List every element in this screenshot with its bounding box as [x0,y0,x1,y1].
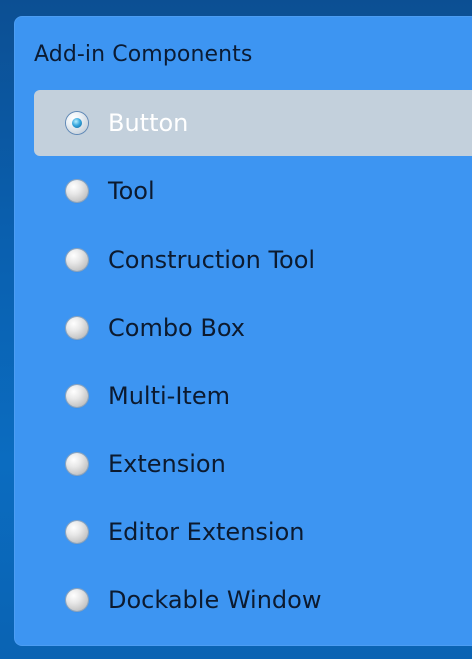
radio-option-button[interactable]: Button [34,90,472,156]
radio-option-label: Multi-Item [108,382,230,410]
radio-option-construction-tool[interactable]: Construction Tool [34,227,472,293]
group-title: Add-in Components [34,42,253,67]
radio-option-label: Button [108,109,189,137]
radio-option-label: Editor Extension [108,518,305,546]
radio-button-icon[interactable] [66,112,88,134]
radio-option-multi-item[interactable]: Multi-Item [34,363,472,429]
radio-option-label: Construction Tool [108,246,316,274]
radio-button-icon[interactable] [66,589,88,611]
radio-button-icon[interactable] [66,249,88,271]
radio-option-dockable-window[interactable]: Dockable Window [34,567,472,633]
radio-button-icon[interactable] [66,317,88,339]
radio-option-label: Tool [108,177,155,205]
radio-option-combo-box[interactable]: Combo Box [34,295,472,361]
radio-button-icon[interactable] [66,453,88,475]
radio-option-tool[interactable]: Tool [34,158,472,224]
radio-option-label: Dockable Window [108,586,322,614]
radio-option-label: Combo Box [108,314,245,342]
radio-button-icon[interactable] [66,521,88,543]
radio-option-extension[interactable]: Extension [34,431,472,497]
radio-option-editor-extension[interactable]: Editor Extension [34,499,472,565]
radio-option-label: Extension [108,450,226,478]
radio-button-icon[interactable] [66,385,88,407]
radio-button-icon[interactable] [66,180,88,202]
add-in-components-panel: Add-in Components Button Tool Constructi… [14,16,472,646]
